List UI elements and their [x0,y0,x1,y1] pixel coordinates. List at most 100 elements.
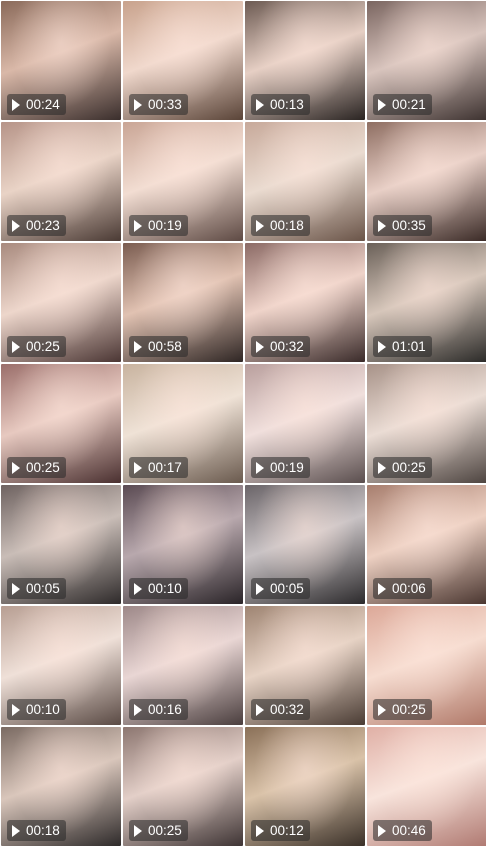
play-icon [378,340,386,353]
video-thumbnail[interactable]: 00:25 [1,364,121,483]
video-thumbnail[interactable]: 00:05 [1,485,121,604]
duration-label: 00:06 [392,581,426,596]
duration-label: 00:10 [26,702,60,717]
duration-label: 00:33 [148,97,182,112]
duration-badge: 00:32 [251,699,310,720]
video-thumbnail[interactable]: 00:05 [245,485,365,604]
duration-badge: 00:23 [7,215,66,236]
video-thumbnail[interactable]: 00:33 [123,1,243,120]
video-thumbnail[interactable]: 01:01 [367,243,486,362]
duration-badge: 00:25 [7,457,66,478]
video-thumbnail[interactable]: 00:58 [123,243,243,362]
duration-label: 00:05 [26,581,60,596]
video-thumbnail[interactable]: 00:12 [245,727,365,846]
video-thumbnail[interactable]: 00:23 [1,122,121,241]
play-icon [12,582,20,595]
video-thumbnail[interactable]: 00:18 [245,122,365,241]
duration-badge: 00:33 [129,94,188,115]
duration-label: 00:10 [148,581,182,596]
video-thumbnail[interactable]: 00:18 [1,727,121,846]
duration-badge: 00:19 [129,215,188,236]
duration-label: 00:24 [26,97,60,112]
duration-badge: 00:06 [373,578,432,599]
duration-label: 00:18 [270,218,304,233]
video-thumbnail[interactable]: 00:21 [367,1,486,120]
duration-badge: 00:12 [251,820,310,841]
play-icon [12,98,20,111]
duration-label: 00:12 [270,823,304,838]
play-icon [378,582,386,595]
play-icon [134,703,142,716]
video-thumbnail[interactable]: 00:32 [245,606,365,725]
duration-label: 00:23 [26,218,60,233]
duration-label: 00:32 [270,339,304,354]
duration-label: 00:13 [270,97,304,112]
duration-label: 01:01 [392,339,426,354]
duration-badge: 00:13 [251,94,310,115]
duration-badge: 00:21 [373,94,432,115]
video-thumbnail[interactable]: 00:17 [123,364,243,483]
video-thumbnail[interactable]: 00:35 [367,122,486,241]
play-icon [378,824,386,837]
play-icon [134,582,142,595]
play-icon [256,703,264,716]
video-thumbnail[interactable]: 00:25 [367,364,486,483]
play-icon [12,219,20,232]
duration-label: 00:19 [270,460,304,475]
duration-label: 00:32 [270,702,304,717]
video-thumbnail[interactable]: 00:25 [367,606,486,725]
duration-badge: 00:10 [7,699,66,720]
duration-badge: 00:25 [373,699,432,720]
play-icon [134,219,142,232]
video-thumbnail[interactable]: 00:24 [1,1,121,120]
play-icon [256,824,264,837]
video-thumbnail[interactable]: 00:10 [1,606,121,725]
video-thumbnail[interactable]: 00:19 [245,364,365,483]
duration-badge: 00:19 [251,457,310,478]
duration-badge: 00:05 [251,578,310,599]
play-icon [134,824,142,837]
play-icon [12,824,20,837]
play-icon [256,219,264,232]
duration-badge: 00:46 [373,820,432,841]
duration-label: 00:21 [392,97,426,112]
video-thumbnail[interactable]: 00:25 [1,243,121,362]
duration-label: 00:46 [392,823,426,838]
duration-badge: 00:18 [251,215,310,236]
duration-label: 00:19 [148,218,182,233]
duration-label: 00:17 [148,460,182,475]
duration-badge: 00:18 [7,820,66,841]
duration-label: 00:05 [270,581,304,596]
duration-badge: 00:35 [373,215,432,236]
play-icon [378,219,386,232]
video-thumbnail[interactable]: 00:46 [367,727,486,846]
play-icon [134,461,142,474]
duration-label: 00:25 [26,339,60,354]
video-thumbnail[interactable]: 00:25 [123,727,243,846]
video-thumbnail[interactable]: 00:16 [123,606,243,725]
video-thumbnail[interactable]: 00:13 [245,1,365,120]
duration-badge: 00:10 [129,578,188,599]
play-icon [134,340,142,353]
play-icon [256,582,264,595]
duration-badge: 00:58 [129,336,188,357]
play-icon [12,703,20,716]
duration-badge: 00:17 [129,457,188,478]
duration-label: 00:58 [148,339,182,354]
duration-label: 00:16 [148,702,182,717]
duration-label: 00:25 [392,702,426,717]
video-thumbnail[interactable]: 00:06 [367,485,486,604]
play-icon [12,461,20,474]
video-thumbnail[interactable]: 00:19 [123,122,243,241]
video-thumbnail[interactable]: 00:32 [245,243,365,362]
play-icon [256,340,264,353]
duration-badge: 00:25 [7,336,66,357]
duration-label: 00:25 [148,823,182,838]
duration-label: 00:25 [392,460,426,475]
video-grid: 00:24 00:33 00:13 00:21 00:23 00:19 00:18 00:35… [0,0,486,846]
play-icon [12,340,20,353]
duration-badge: 01:01 [373,336,432,357]
play-icon [134,98,142,111]
video-thumbnail[interactable]: 00:10 [123,485,243,604]
duration-badge: 00:24 [7,94,66,115]
